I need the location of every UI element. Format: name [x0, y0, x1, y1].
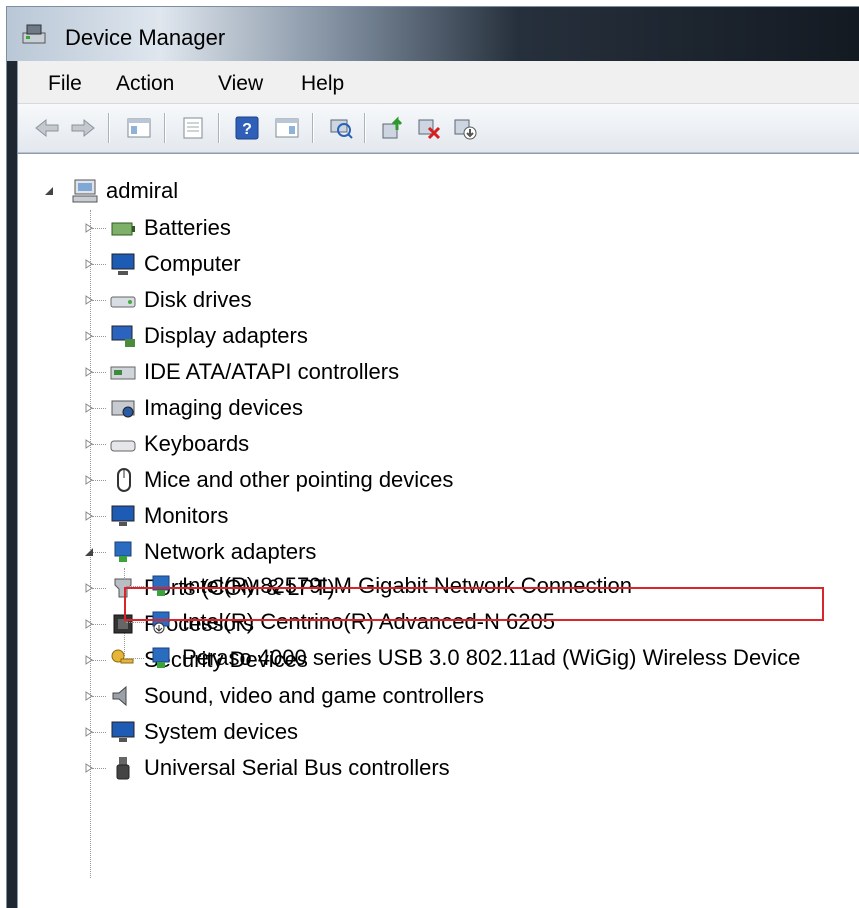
tree-category-item[interactable]: Mice and other pointing devices: [108, 463, 453, 497]
tree-category-label: Computer: [144, 251, 241, 276]
tree-category-label: Batteries: [144, 215, 231, 240]
expand-arrow-icon[interactable]: [84, 655, 94, 665]
expand-arrow-icon[interactable]: [84, 403, 94, 413]
tree-category-item[interactable]: Sound, video and game controllers: [108, 679, 484, 713]
expand-arrow-icon[interactable]: [84, 691, 94, 701]
expand-arrow-icon[interactable]: [84, 727, 94, 737]
tree-category-item[interactable]: Computer: [108, 247, 241, 281]
computer-icon: [70, 177, 100, 205]
expand-arrow-icon[interactable]: [84, 295, 94, 305]
tree-category-item[interactable]: Display adapters: [108, 319, 308, 353]
imaging-device-icon: [108, 394, 138, 422]
tree-category-label: Imaging devices: [144, 395, 303, 420]
ide-controller-icon: [108, 358, 138, 386]
tree-category-label: Universal Serial Bus controllers: [144, 755, 450, 780]
tree-category-label: Monitors: [144, 503, 229, 528]
tree-category-item[interactable]: System devices: [108, 715, 298, 749]
tree-category-label: IDE ATA/ATAPI controllers: [144, 359, 400, 384]
tree-category-item[interactable]: Imaging devices: [108, 391, 303, 425]
tree-category-label: Disk drives: [144, 287, 252, 312]
network-adapter-icon: [146, 644, 176, 672]
computer-icon: [108, 250, 138, 278]
expand-arrow-icon[interactable]: [84, 475, 94, 485]
security-device-icon: [108, 646, 138, 674]
tree-category-label: System devices: [144, 719, 299, 744]
expand-arrow-icon[interactable]: [84, 223, 94, 233]
system-device-icon: [108, 718, 138, 746]
keyboard-icon: [108, 430, 138, 458]
display-adapter-icon: [108, 322, 138, 350]
tree-category-label: Sound, video and game controllers: [144, 683, 484, 708]
device-label: Peraso 4000 series USB 3.0 802.11ad (WiG…: [182, 645, 801, 670]
disk-drive-icon: [108, 286, 138, 314]
selection-highlight-box: [124, 587, 824, 621]
expand-arrow-icon[interactable]: [84, 259, 94, 269]
tree-category-item[interactable]: Universal Serial Bus controllers: [108, 751, 450, 785]
tree-root-label: admiral: [106, 178, 179, 203]
monitor-icon: [108, 502, 138, 530]
expand-arrow-icon[interactable]: [84, 763, 94, 773]
speaker-icon: [108, 682, 138, 710]
expand-arrow-icon[interactable]: [84, 439, 94, 449]
tree-root-admiral[interactable]: admiral: [70, 174, 178, 208]
expand-arrow-icon[interactable]: [84, 583, 94, 593]
network-adapter-icon: [108, 538, 138, 566]
expand-arrow-icon[interactable]: [84, 367, 94, 377]
tree-category-item[interactable]: IDE ATA/ATAPI controllers: [108, 355, 399, 389]
tree-category-item[interactable]: Batteries: [108, 211, 231, 245]
mouse-icon: [108, 466, 138, 494]
tree-category-label: Display adapters: [144, 323, 308, 348]
tree-category-label: Mice and other pointing devices: [144, 467, 454, 492]
expand-arrow-icon[interactable]: [84, 331, 94, 341]
device-tree-items: admiral Batteries Computer Disk drives Disp…: [0, 0, 859, 908]
battery-icon: [108, 214, 138, 242]
network-adapter-device-item[interactable]: Peraso 4000 series USB 3.0 802.11ad (WiG…: [146, 641, 800, 675]
tree-category-label: Keyboards: [144, 431, 250, 456]
usb-icon: [108, 754, 138, 782]
collapse-arrow-icon[interactable]: [44, 186, 54, 196]
tree-category-item[interactable]: Disk drives: [108, 283, 252, 317]
tree-category-label: Network adapters: [144, 539, 317, 564]
expand-arrow-icon[interactable]: [84, 619, 94, 629]
tree-category-item[interactable]: Network adapters: [108, 535, 316, 569]
collapse-arrow-icon[interactable]: [84, 547, 94, 557]
tree-category-item[interactable]: Keyboards: [108, 427, 249, 461]
expand-arrow-icon[interactable]: [84, 511, 94, 521]
tree-category-item[interactable]: Monitors: [108, 499, 228, 533]
